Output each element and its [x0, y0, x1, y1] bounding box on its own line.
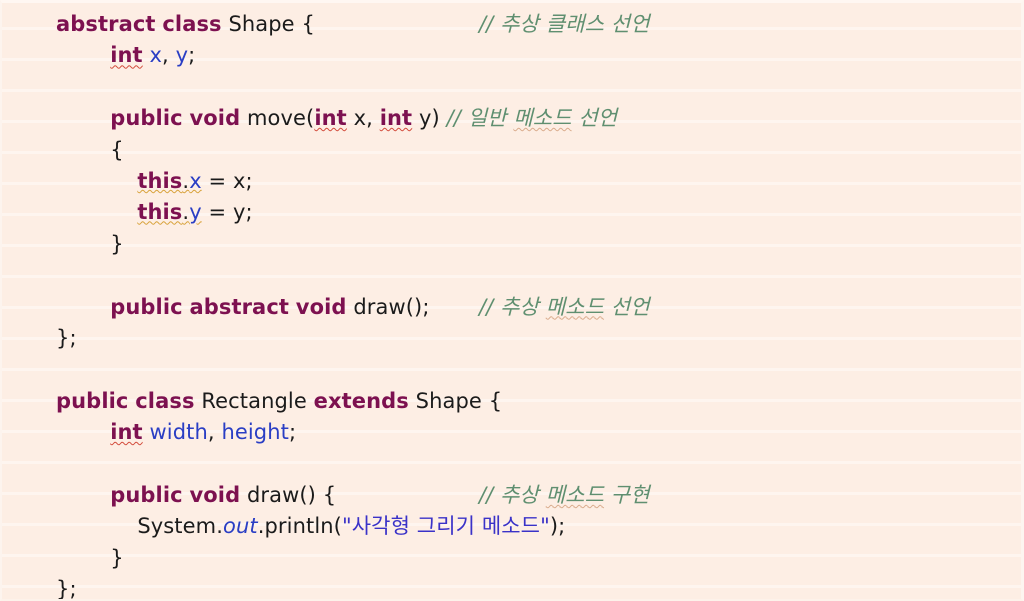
- comment-text: // 추상: [479, 482, 546, 507]
- code-token-plain: ,: [162, 43, 176, 68]
- code-line: };: [2, 574, 1021, 601]
- code-line: System.out.println("사각형 그리기 메소드");: [2, 511, 1021, 542]
- code-token-plain: y): [412, 106, 440, 131]
- code-token-plain: move(: [240, 106, 315, 131]
- code-token-field-static: out: [223, 514, 258, 539]
- code-comment: // 추상 메소드 선언: [479, 292, 650, 323]
- code-token-kw: public: [110, 482, 183, 507]
- spellcheck-squiggle: this.x: [137, 169, 201, 193]
- code-token-plain: ;: [288, 420, 297, 445]
- code-line: this.y = y;: [2, 197, 1021, 228]
- code-snippet-panel: abstract class Shape { // 추상 클래스 선언 int x…: [0, 0, 1024, 601]
- code-token-kw: class: [162, 12, 222, 36]
- code-comment: // 일반 메소드 선언: [439, 106, 618, 131]
- comment-text: // 추상: [479, 294, 546, 319]
- code-line: }: [2, 543, 1021, 574]
- code-token-plain: };: [56, 577, 77, 601]
- code-line: abstract class Shape { // 추상 클래스 선언: [2, 9, 1021, 40]
- code-line: public class Rectangle extends Shape {: [2, 386, 1021, 417]
- code-line: public void move(int x, int y) // 일반 메소드…: [2, 103, 1021, 134]
- comment-text: 구현: [604, 482, 650, 507]
- code-comment: // 추상 클래스 선언: [479, 12, 650, 36]
- spellcheck-squiggle: 메소드: [513, 106, 572, 131]
- code-token-var: y: [189, 200, 202, 225]
- code-token-var: height: [221, 420, 289, 445]
- code-line: }: [2, 229, 1021, 260]
- code-token-plain: ,: [207, 420, 222, 445]
- code-token-kw: class: [135, 388, 195, 413]
- code-token-plain: Shape {: [221, 12, 315, 36]
- code-token-thisref: this: [137, 200, 183, 225]
- code-token-plain: }: [110, 545, 124, 570]
- code-token-plain: };: [56, 325, 77, 350]
- spellcheck-squiggle: this.y: [137, 200, 201, 224]
- code-token-kw: void: [189, 482, 241, 507]
- spellcheck-squiggle: 메소드: [545, 294, 605, 319]
- code-line: {: [2, 135, 1021, 166]
- code-token-kw-sq: int: [314, 106, 347, 131]
- code-token-plain: draw() {: [240, 482, 337, 507]
- comment-text: // 일반: [439, 106, 514, 131]
- code-token-thisref: this: [137, 168, 183, 193]
- code-token-kw-sq: int: [110, 420, 143, 445]
- code-token-plain: System: [137, 514, 217, 539]
- code-line: int width, height;: [2, 417, 1021, 448]
- code-token-plain: }: [110, 231, 124, 256]
- code-comment: // 추상 메소드 구현: [479, 480, 650, 511]
- code-token-var: width: [149, 420, 208, 445]
- code-token-plain: Rectangle: [194, 388, 314, 413]
- code-line: this.x = x;: [2, 166, 1021, 197]
- code-token-kw: abstract: [56, 12, 156, 36]
- code-token-kw: abstract: [189, 294, 290, 319]
- comment-text: 선언: [604, 294, 650, 319]
- code-token-kw: public: [110, 294, 183, 319]
- code-token-plain: draw();: [346, 294, 430, 319]
- code-token-kw: public: [110, 106, 183, 131]
- code-line: int x, y;: [2, 40, 1021, 71]
- code-token-kw: void: [189, 106, 241, 131]
- code-token-kw-sq: int: [379, 106, 413, 131]
- code-token-plain: Shape {: [408, 388, 503, 413]
- comment-text: 선언: [571, 106, 618, 131]
- code-line: public void draw() { // 추상 메소드 구현: [2, 480, 1021, 511]
- code-token-plain: .: [216, 514, 224, 539]
- code-line: };: [2, 323, 1021, 354]
- spellcheck-squiggle: 메소드: [545, 482, 605, 507]
- code-token-str: "사각형 그리기 메소드": [341, 514, 550, 539]
- code-token-kw-sq: int: [110, 43, 143, 68]
- code-token-plain: = y;: [201, 200, 253, 225]
- code-token-plain: ;: [188, 43, 196, 68]
- code-token-plain: = x;: [201, 168, 253, 193]
- code-token-plain: );: [549, 514, 566, 539]
- code-line: public abstract void draw(); // 추상 메소드 선언: [2, 292, 1021, 323]
- code-token-plain: x,: [346, 106, 380, 131]
- code-token-plain: .println(: [257, 514, 342, 539]
- code-token-kw: extends: [313, 388, 409, 413]
- code-token-var: x: [149, 43, 163, 68]
- code-token-kw: public: [56, 388, 129, 413]
- code-token-kw: void: [295, 294, 347, 319]
- code-token-plain: {: [110, 137, 124, 162]
- code-token-var: x: [189, 168, 202, 193]
- code-lines-container: abstract class Shape { // 추상 클래스 선언 int x…: [2, 3, 1021, 601]
- code-token-var: y: [175, 43, 189, 68]
